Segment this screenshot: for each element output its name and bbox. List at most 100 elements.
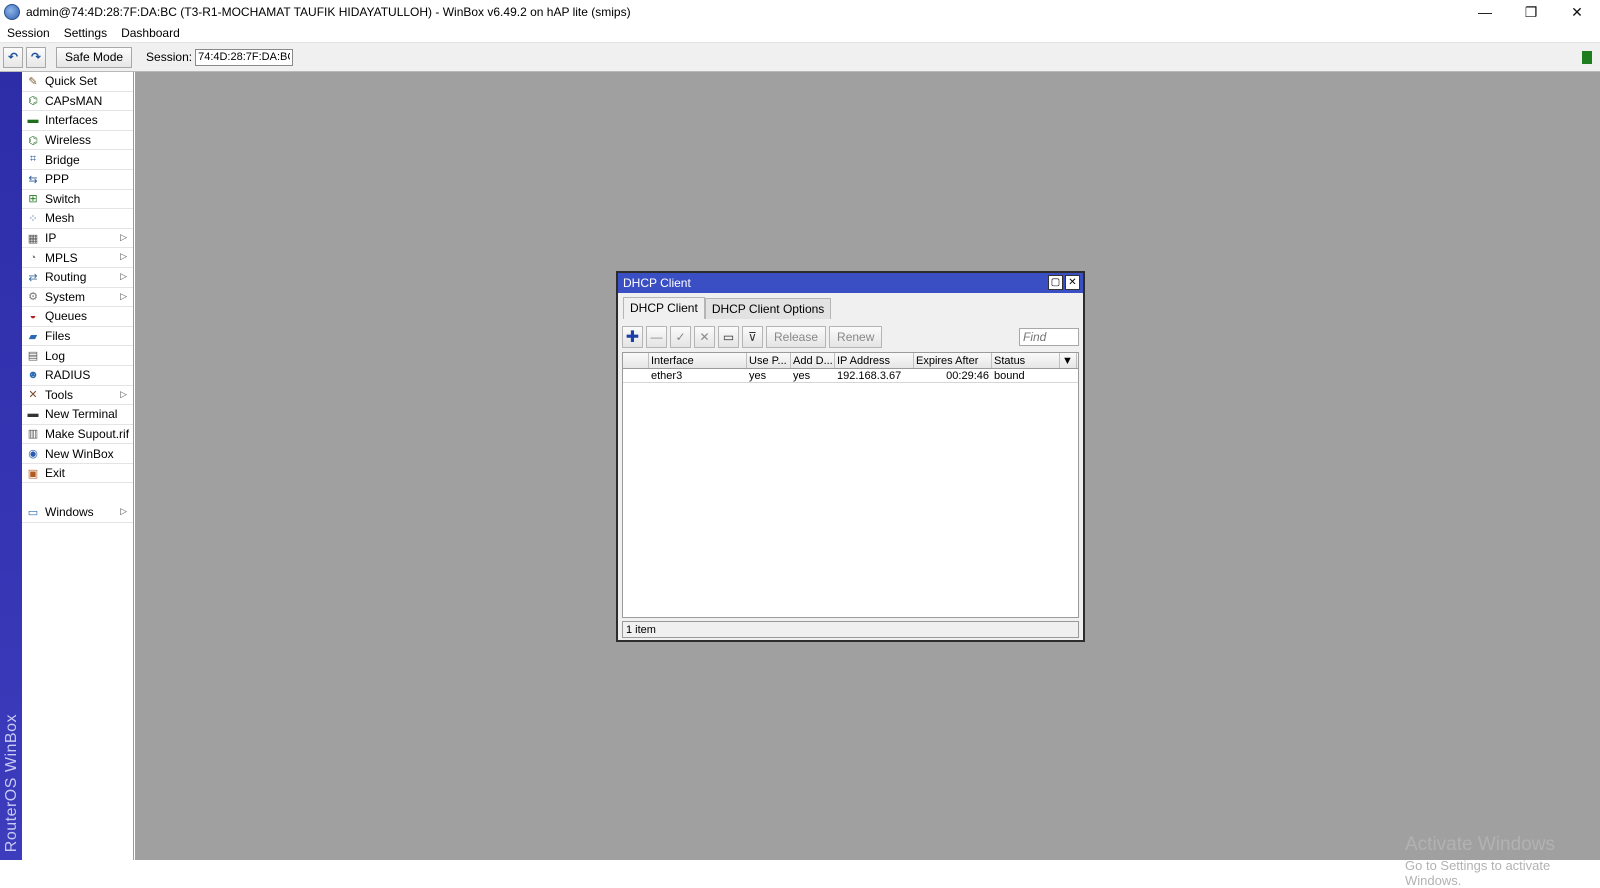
log-icon: ▤ <box>27 350 39 363</box>
sidebar-item-exit[interactable]: ▣ Exit <box>22 464 133 484</box>
undo-button[interactable]: ↶ <box>3 46 23 68</box>
column-header-add-default-route[interactable]: Add D... <box>791 353 835 368</box>
find-input[interactable] <box>1019 328 1079 346</box>
capsman-icon: ⌬ <box>28 95 38 108</box>
table-row[interactable]: ether3 yes yes 192.168.3.67 00:29:46 bou… <box>623 369 1078 383</box>
column-chooser-dropdown[interactable]: ▼ <box>1060 353 1077 368</box>
column-header-expires-after[interactable]: Expires After <box>914 353 992 368</box>
remove-button[interactable]: — <box>646 326 667 348</box>
cross-icon: ✕ <box>699 330 710 344</box>
sidebar-item-label: Queues <box>45 309 88 324</box>
mpls-icon: ◔ <box>29 251 37 264</box>
dhcp-close-button[interactable]: ✕ <box>1065 275 1080 290</box>
dhcp-client-table: Interface Use P... Add D... IP Address E… <box>622 352 1079 618</box>
tools-icon: ✕ <box>28 389 38 402</box>
sidebar-item-label: CAPsMAN <box>45 93 103 108</box>
sidebar-item-label: Mesh <box>45 211 75 226</box>
bridge-icon: ⌗ <box>29 153 37 166</box>
sidebar-item-make-supout-rif[interactable]: ▥ Make Supout.rif <box>22 425 133 445</box>
minimize-button[interactable]: — <box>1462 0 1508 24</box>
files-icon: ▰ <box>28 330 38 343</box>
dhcp-client-window: DHCP Client ▢ ✕ DHCP Client DHCP Client … <box>616 271 1085 642</box>
sidebar-item-label: Windows <box>45 505 94 520</box>
submenu-arrow-icon: ▷ <box>120 270 127 281</box>
column-header-interface[interactable]: Interface <box>649 353 747 368</box>
safe-mode-button[interactable]: Safe Mode <box>56 46 133 68</box>
add-button[interactable]: ✚ <box>622 326 643 348</box>
sidebar-item-label: Log <box>45 348 66 363</box>
activation-watermark-subtitle: Go to Settings to activate Windows. <box>1405 858 1551 888</box>
tab-dhcp-client[interactable]: DHCP Client <box>623 297 705 319</box>
activation-watermark-title: Activate Windows <box>1405 834 1555 855</box>
brand-text: RouterOS WinBox <box>3 713 20 852</box>
winbox-app-icon <box>4 4 20 20</box>
comment-button[interactable]: ▭ <box>718 326 739 348</box>
undo-icon: ↶ <box>7 50 19 64</box>
column-header-use-peer-dns[interactable]: Use P... <box>747 353 791 368</box>
close-button[interactable]: ✕ <box>1554 0 1600 24</box>
sidebar-item-mesh[interactable]: ⁘ Mesh <box>22 209 133 229</box>
minus-icon: — <box>650 330 663 344</box>
sidebar-item-windows[interactable]: ▭ Windows ▷ <box>22 503 133 523</box>
sidebar-item-tools[interactable]: ✕ Tools ▷ <box>22 386 133 406</box>
new-winbox-icon: ◉ <box>28 448 38 461</box>
sidebar-item-switch[interactable]: ⊞ Switch <box>22 190 133 210</box>
menu-settings[interactable]: Settings <box>57 26 114 40</box>
sidebar-item-label: Routing <box>45 270 87 285</box>
dhcp-maximize-button[interactable]: ▢ <box>1048 275 1063 290</box>
sidebar-item-files[interactable]: ▰ Files <box>22 327 133 347</box>
check-icon: ✓ <box>675 330 686 344</box>
sidebar-item-new-terminal[interactable]: ▬ New Terminal <box>22 405 133 425</box>
menu-session[interactable]: Session <box>0 26 57 40</box>
column-header-flags[interactable] <box>623 353 649 368</box>
sidebar-item-ip[interactable]: ▦ IP ▷ <box>22 229 133 249</box>
sidebar-item-new-winbox[interactable]: ◉ New WinBox <box>22 444 133 464</box>
enable-button[interactable]: ✓ <box>670 326 691 348</box>
sidebar-item-routing[interactable]: ⇄ Routing ▷ <box>22 268 133 288</box>
column-header-status[interactable]: Status <box>992 353 1060 368</box>
close-icon: ✕ <box>1068 277 1077 288</box>
plus-icon: ✚ <box>625 329 640 346</box>
disable-button[interactable]: ✕ <box>694 326 715 348</box>
sidebar-item-bridge[interactable]: ⌗ Bridge <box>22 150 133 170</box>
menu-dashboard[interactable]: Dashboard <box>114 26 187 40</box>
sidebar-item-capsman[interactable]: ⌬ CAPsMAN <box>22 92 133 112</box>
system-icon: ⚙ <box>28 291 38 304</box>
make-supout-rif-icon: ▥ <box>27 428 39 441</box>
quick-set-icon: ✎ <box>28 75 38 88</box>
sidebar-item-label: Interfaces <box>45 113 98 128</box>
sidebar-item-wireless[interactable]: ⌬ Wireless <box>22 131 133 151</box>
release-button[interactable]: Release <box>766 326 827 348</box>
column-header-ip-address[interactable]: IP Address <box>835 353 914 368</box>
tab-dhcp-client-options[interactable]: DHCP Client Options <box>704 298 832 319</box>
sidebar-item-system[interactable]: ⚙ System ▷ <box>22 288 133 308</box>
sidebar-item-queues[interactable]: ◒ Queues <box>22 307 133 327</box>
submenu-arrow-icon: ▷ <box>120 290 127 301</box>
filter-button[interactable]: ⊽ <box>742 326 763 348</box>
window-title: admin@74:4D:28:7F:DA:BC (T3-R1-MOCHAMAT … <box>26 5 631 19</box>
ip-icon: ▦ <box>27 232 39 245</box>
table-header: Interface Use P... Add D... IP Address E… <box>623 353 1078 369</box>
session-input[interactable] <box>195 48 294 66</box>
dhcp-status-bar: 1 item <box>622 621 1079 638</box>
sidebar-list: ✎ Quick Set ⌬ CAPsMAN ▬ Interfaces ⌬ Wireless ⌗ B… <box>22 72 133 484</box>
submenu-arrow-icon: ▷ <box>120 506 127 517</box>
sidebar-item-interfaces[interactable]: ▬ Interfaces <box>22 111 133 131</box>
switch-icon: ⊞ <box>28 193 38 206</box>
session-label: Session: <box>146 50 193 64</box>
sidebar-item-mpls[interactable]: ◔ MPLS ▷ <box>22 248 133 268</box>
sidebar-item-label: Wireless <box>45 133 92 148</box>
sidebar-item-log[interactable]: ▤ Log <box>22 346 133 366</box>
main-toolbar: ↶ ↷ Safe Mode Session: <box>0 43 1600 72</box>
queues-icon: ◒ <box>29 310 37 323</box>
sidebar-item-radius[interactable]: ☻ RADIUS <box>22 366 133 386</box>
sidebar-item-label: Quick Set <box>45 74 98 89</box>
sidebar-item-quick-set[interactable]: ✎ Quick Set <box>22 72 133 92</box>
sidebar-item-label: Bridge <box>45 152 80 167</box>
redo-button[interactable]: ↷ <box>26 46 46 68</box>
sidebar-item-label: RADIUS <box>45 368 91 383</box>
restore-button[interactable]: ❐ <box>1508 0 1554 24</box>
renew-button[interactable]: Renew <box>829 326 883 348</box>
sidebar-item-ppp[interactable]: ⇆ PPP <box>22 170 133 190</box>
dhcp-window-titlebar[interactable]: DHCP Client ▢ ✕ <box>618 273 1083 293</box>
